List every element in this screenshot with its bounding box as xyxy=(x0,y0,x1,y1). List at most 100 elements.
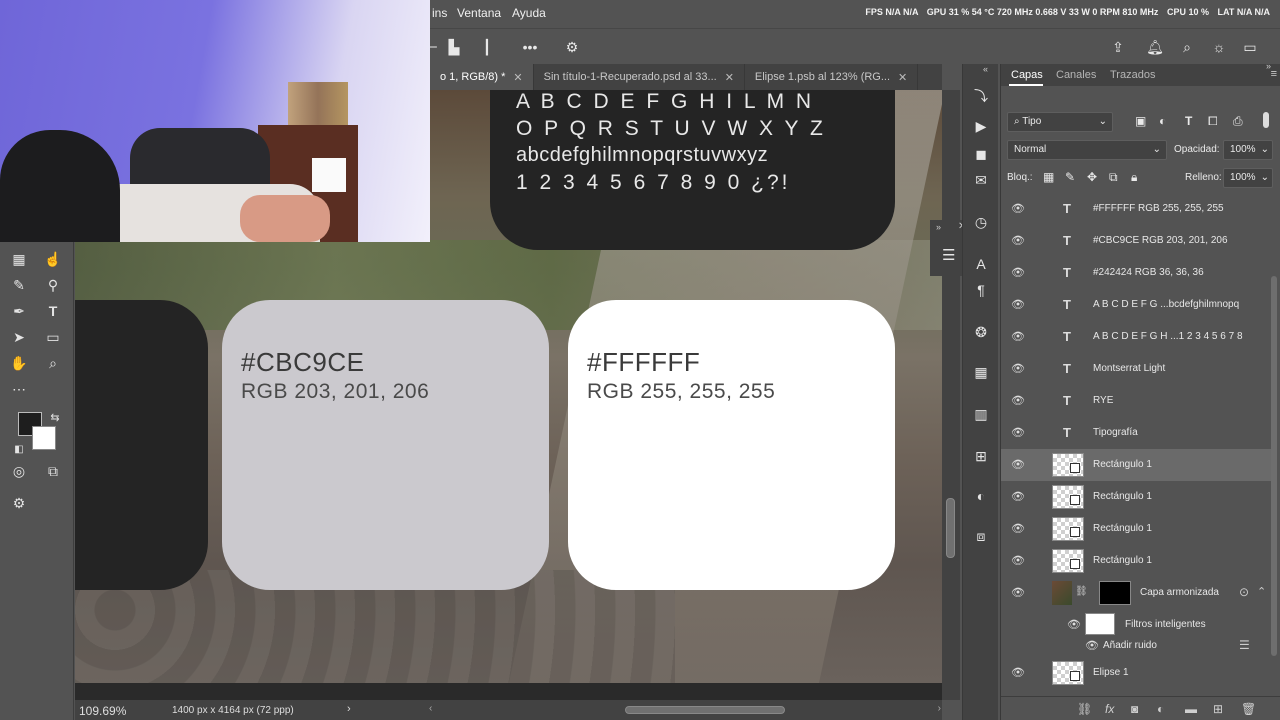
tab-current-document[interactable]: o 1, RGB/8) * ✕ xyxy=(430,64,534,90)
fill-input[interactable]: 100% ⌄ xyxy=(1223,168,1273,188)
vertical-scrollbar[interactable] xyxy=(942,90,960,700)
default-colors-icon[interactable]: ◧ xyxy=(8,438,30,460)
search-icon[interactable]: ⌕ xyxy=(1177,37,1197,57)
eye-icon[interactable]: 👁︎ xyxy=(1011,554,1025,568)
rectangle-tool-icon[interactable]: ▭ xyxy=(42,326,64,348)
gradients-icon[interactable]: ▥ xyxy=(971,404,991,424)
tab-canales[interactable]: Canales xyxy=(1056,69,1096,81)
history-brush-icon[interactable]: ⤵ xyxy=(971,86,991,106)
smudge-tool-icon[interactable]: ☝ xyxy=(42,248,64,270)
comments-icon[interactable]: ✉ xyxy=(971,170,991,190)
collapse-icon[interactable]: « xyxy=(983,64,988,74)
lock-pixels-icon[interactable]: ✎ xyxy=(1065,170,1075,184)
type-tool-icon[interactable]: T xyxy=(42,300,64,322)
layer-row[interactable]: 👁︎ ⛓ Capa armonizada ⊙ ⌃ xyxy=(1001,577,1271,609)
play-actions-icon[interactable]: ▶ xyxy=(971,116,991,136)
close-icon[interactable]: ✕ xyxy=(725,71,734,84)
scroll-thumb[interactable] xyxy=(1271,276,1277,656)
scroll-thumb[interactable] xyxy=(946,498,955,558)
new-group-icon[interactable]: ▬ xyxy=(1185,702,1197,716)
gear-icon[interactable]: ⚙ xyxy=(562,37,582,57)
eye-icon[interactable]: 👁︎ xyxy=(1011,362,1025,376)
quick-mask-icon[interactable]: ◎ xyxy=(8,460,30,482)
zoom-level[interactable]: 109.69% xyxy=(79,704,126,718)
layer-row[interactable]: 👁︎ T #FFFFFF RGB 255, 255, 255 xyxy=(1001,193,1271,225)
tab-trazados[interactable]: Trazados xyxy=(1110,69,1155,81)
scroll-right-icon[interactable]: › xyxy=(938,703,941,714)
eye-icon[interactable]: 👁︎ xyxy=(1085,639,1099,653)
filter-effect-row[interactable]: 👁︎ Añadir ruido ☰ xyxy=(1001,633,1271,659)
background-color-swatch[interactable] xyxy=(32,426,56,450)
horizontal-scrollbar[interactable]: ‹ › xyxy=(429,703,941,714)
tab-sin-titulo[interactable]: Sin título-1-Recuperado.psd al 33... ✕ xyxy=(534,64,745,90)
color-wheel-icon[interactable]: ❂ xyxy=(971,322,991,342)
layer-row[interactable]: 👁︎ T A B C D E F G H ...1 2 3 4 5 6 7 8 xyxy=(1001,321,1271,353)
menu-item-ayuda[interactable]: Ayuda xyxy=(512,6,546,20)
adjustments-half-icon[interactable]: ◐ xyxy=(971,486,991,506)
filter-mask-thumbnail[interactable] xyxy=(1085,613,1115,635)
chevron-right-icon[interactable]: › xyxy=(347,703,351,715)
layer-row[interactable]: 👁︎ Rectángulo 1 xyxy=(1001,545,1271,577)
share-icon[interactable]: ⇪ xyxy=(1108,37,1128,57)
fx-icon[interactable]: fx xyxy=(1105,702,1114,716)
menu-item-ventana[interactable]: Ventana xyxy=(457,6,501,20)
expand-icon[interactable]: » xyxy=(936,222,941,232)
swap-colors-icon[interactable]: ⇆ xyxy=(44,406,66,428)
hand-tool-icon[interactable]: ✋ xyxy=(8,352,30,374)
lightbulb-icon[interactable]: ☼ xyxy=(1209,37,1229,57)
layer-row[interactable]: 👁︎ T #CBC9CE RGB 203, 201, 206 xyxy=(1001,225,1271,257)
filter-options-icon[interactable]: ☰ xyxy=(1239,638,1250,652)
opacity-input[interactable]: 100% ⌄ xyxy=(1223,140,1273,160)
gradient-tool-icon[interactable]: ▦ xyxy=(8,248,30,270)
layer-row-selected[interactable]: 👁︎ Rectángulo 1 xyxy=(1001,449,1271,481)
pen-tool-icon[interactable]: ✒ xyxy=(8,300,30,322)
scroll-thumb[interactable] xyxy=(625,706,785,714)
eye-icon[interactable]: 👁︎ xyxy=(1011,522,1025,536)
character-icon[interactable]: A xyxy=(971,254,991,274)
new-layer-icon[interactable]: ⊞ xyxy=(1213,702,1223,716)
layer-row[interactable]: 👁︎ Rectángulo 1 xyxy=(1001,513,1271,545)
layer-row[interactable]: 👁︎ Rectángulo 1 xyxy=(1001,481,1271,513)
filter-smart-icon[interactable]: ⎙ xyxy=(1233,114,1243,129)
more-tools-icon[interactable]: ⋯ xyxy=(8,378,30,400)
eye-icon[interactable]: 👁︎ xyxy=(1067,618,1081,632)
libraries-icon[interactable]: ⧈ xyxy=(971,526,991,546)
history-icon[interactable]: ◷ xyxy=(971,212,991,232)
layer-mask-thumbnail[interactable] xyxy=(1099,581,1131,605)
layer-row[interactable]: 👁︎ T #242424 RGB 36, 36, 36 xyxy=(1001,257,1271,289)
eye-icon[interactable]: 👁︎ xyxy=(1011,458,1025,472)
paragraph-icon[interactable]: ¶ xyxy=(971,280,991,300)
link-icon[interactable]: ⛓ xyxy=(1077,702,1092,716)
zoom-tool-icon[interactable]: ⌕ xyxy=(42,352,64,374)
tool-presets-icon[interactable]: ◼ xyxy=(971,144,991,164)
layers-scrollbar[interactable] xyxy=(1269,216,1279,694)
swatches-grid-icon[interactable]: ▦ xyxy=(971,362,991,382)
eye-icon[interactable]: 👁︎ xyxy=(1011,490,1025,504)
edit-toolbar-icon[interactable]: ⚙ xyxy=(8,492,30,514)
layer-row[interactable]: 👁︎ T RYE xyxy=(1001,385,1271,417)
eye-icon[interactable]: 👁︎ xyxy=(1011,426,1025,440)
eye-icon[interactable]: 👁︎ xyxy=(1011,586,1025,600)
close-icon[interactable]: ✕ xyxy=(513,71,522,84)
layer-row[interactable]: 👁︎ T Montserrat Light xyxy=(1001,353,1271,385)
align-bottom-icon[interactable]: ▙ xyxy=(444,37,464,57)
path-selection-tool-icon[interactable]: ➤ xyxy=(8,326,30,348)
layer-row[interactable]: 👁︎ T Tipografía xyxy=(1001,417,1271,449)
filter-adjustment-icon[interactable]: ◐ xyxy=(1159,114,1166,128)
eye-icon[interactable]: 👁︎ xyxy=(1011,298,1025,312)
close-icon[interactable]: ✕ xyxy=(898,71,907,84)
eye-icon[interactable]: 👁︎ xyxy=(1011,394,1025,408)
menu-item-ins[interactable]: ins xyxy=(432,6,447,20)
lock-position-icon[interactable]: ✥ xyxy=(1087,170,1097,184)
dodge-tool-icon[interactable]: ⚲ xyxy=(42,274,64,296)
tab-elipse[interactable]: Elipse 1.psb al 123% (RG... ✕ xyxy=(745,64,919,90)
lock-artboard-icon[interactable]: ⧉ xyxy=(1109,170,1118,185)
lock-all-icon[interactable]: 🔒︎ xyxy=(1131,170,1137,185)
patterns-icon[interactable]: ⊞ xyxy=(971,446,991,466)
trash-icon[interactable]: 🗑︎ xyxy=(1241,702,1256,716)
eye-icon[interactable]: 👁︎ xyxy=(1011,266,1025,280)
scroll-left-icon[interactable]: ‹ xyxy=(429,703,432,714)
lock-transparency-icon[interactable]: ▦ xyxy=(1043,170,1054,184)
tab-capas[interactable]: Capas xyxy=(1011,69,1043,81)
filter-shape-icon[interactable]: ⧠ xyxy=(1208,114,1218,129)
